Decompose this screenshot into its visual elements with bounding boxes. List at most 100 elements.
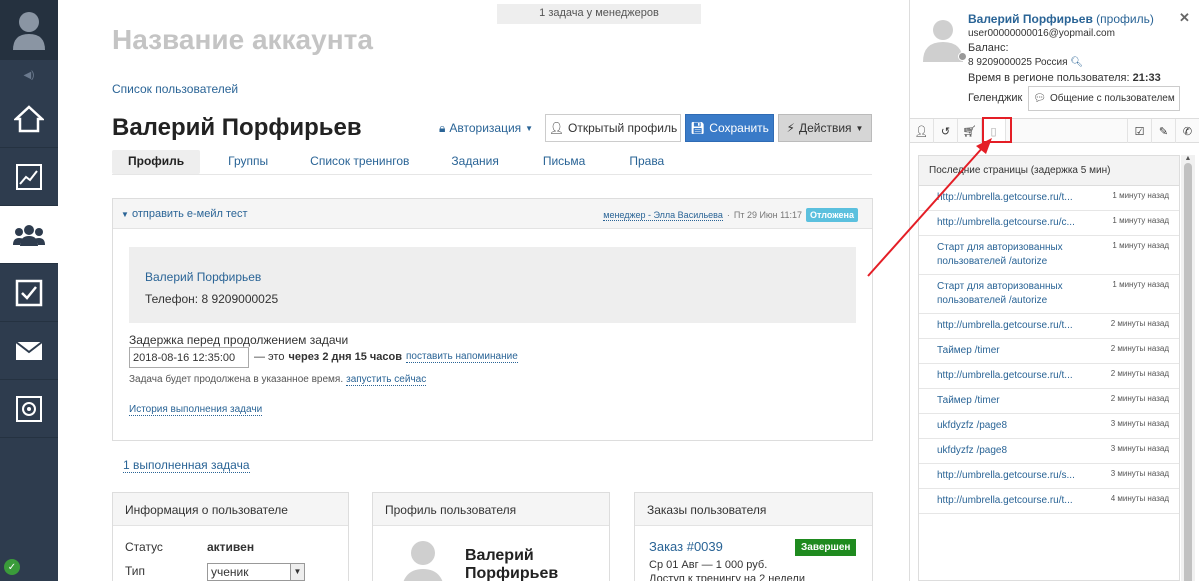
page-link[interactable]: http://umbrella.getcourse.ru/t...	[937, 494, 1077, 508]
card-title: Информация о пользователе	[113, 493, 348, 526]
sidebar-item-settings[interactable]	[0, 380, 58, 438]
list-item: Старт для авторизованных пользователей /…	[919, 236, 1179, 275]
panel-toolbar: 👤︎ ↺ 🛒︎ ▯ ☑ ✎ ✆	[910, 118, 1199, 143]
bolt-icon: ⚡︎	[786, 121, 795, 135]
time-ago: 1 минуту назад	[1112, 191, 1169, 200]
auth-dropdown[interactable]: 🔒︎ Авторизация ▼	[439, 116, 533, 140]
delay-relative: через 2 дня 15 часов	[288, 351, 403, 363]
floppy-icon: 💾︎	[690, 121, 706, 135]
envelope-icon	[15, 340, 43, 360]
tab-tasks[interactable]: Задания	[435, 150, 514, 174]
user-avatar-icon	[13, 12, 45, 50]
save-button[interactable]: 💾︎ Сохранить	[685, 114, 774, 142]
task-history-link[interactable]: История выполнения задачи	[129, 404, 263, 416]
user-name-link[interactable]: Валерий Порфирьев	[968, 12, 1093, 26]
task-toggle[interactable]: ▼ отправить е-мейл тест	[121, 208, 248, 220]
delay-datetime-input[interactable]	[129, 347, 249, 368]
chat-label: Общение с пользователем	[1049, 93, 1175, 104]
account-title: Название аккаунта	[112, 24, 373, 55]
time-ago: 1 минуту назад	[1112, 280, 1169, 289]
actions-label: Действия	[798, 121, 852, 135]
region-time-value: 21:33	[1132, 72, 1161, 84]
task-title: отправить е-мейл тест	[131, 208, 248, 220]
card-title: Заказы пользователя	[635, 493, 872, 526]
delay-prefix: — это	[254, 351, 285, 363]
online-status-dot	[958, 52, 967, 61]
search-icon[interactable]: 🔍︎	[1070, 57, 1083, 68]
card-title: Профиль пользователя	[373, 493, 609, 526]
chat-with-user-button[interactable]: 💬︎ Общение с пользователем	[1028, 86, 1180, 111]
shield-icon[interactable]: ✓	[4, 559, 20, 575]
page-link[interactable]: Старт для авторизованных пользователей /…	[937, 241, 1077, 269]
actions-dropdown[interactable]: ⚡︎ Действия ▼	[778, 114, 872, 142]
page-link[interactable]: http://umbrella.getcourse.ru/t...	[937, 369, 1077, 383]
scrollbar-thumb[interactable]	[1184, 163, 1192, 581]
annotation-highlight	[982, 117, 1012, 143]
user-email: user00000000016@yopmail.com	[968, 28, 1115, 39]
task-header: ▼ отправить е-мейл тест менеджер - Элла …	[113, 199, 872, 229]
user-list-link[interactable]: Список пользователей	[112, 82, 238, 96]
caret-down-icon: ▼	[290, 564, 304, 580]
page-link[interactable]: http://umbrella.getcourse.ru/s...	[937, 469, 1077, 483]
user-profile-card: Профиль пользователя Валерий Порфирьев	[372, 492, 610, 581]
run-now-link[interactable]: запустить сейчас	[346, 374, 427, 386]
time-ago: 2 минуты назад	[1110, 344, 1169, 353]
time-ago: 1 минуту назад	[1112, 216, 1169, 225]
save-label: Сохранить	[709, 121, 769, 135]
checkbox-icon[interactable]: ☑	[1127, 119, 1151, 143]
task-meta: менеджер - Элла Васильева · Пт 29 Июн 11…	[603, 208, 858, 222]
profile-link[interactable]: (профиль)	[1096, 12, 1154, 26]
page-link[interactable]: ukfdyzfz /page8	[937, 444, 1077, 458]
open-profile-button[interactable]: 👤︎ Открытый профиль	[545, 114, 681, 142]
sidebar-item-users[interactable]	[0, 206, 58, 264]
cart-icon[interactable]: 🛒︎	[958, 119, 982, 143]
tab-trainings[interactable]: Список тренингов	[294, 150, 425, 174]
tab-rights[interactable]: Права	[613, 150, 680, 174]
set-reminder-link[interactable]: поставить напоминание	[406, 351, 518, 363]
task-manager-link[interactable]: менеджер - Элла Васильева	[603, 210, 723, 221]
user-icon[interactable]: 👤︎	[910, 119, 934, 143]
avatar[interactable]	[0, 0, 58, 60]
tab-groups[interactable]: Группы	[212, 150, 284, 174]
task-contact-box: Валерий Порфирьев Телефон: 8 9209000025	[129, 247, 856, 323]
pencil-icon[interactable]: ✎	[1151, 119, 1175, 143]
task-date: Пт 29 Июн 11:17	[733, 210, 803, 220]
scrollbar[interactable]: ▲	[1181, 155, 1195, 581]
sidebar-item-tasks[interactable]	[0, 264, 58, 322]
avatar	[403, 541, 443, 581]
users-icon	[13, 224, 45, 246]
contact-name-link[interactable]: Валерий Порфирьев	[145, 270, 261, 284]
auth-label: Авторизация	[449, 121, 522, 135]
manager-tasks-banner[interactable]: 1 задача у менеджеров	[497, 4, 701, 24]
history-icon[interactable]: ↺	[934, 119, 958, 143]
list-item: http://umbrella.getcourse.ru/t... 4 минут…	[919, 489, 1179, 514]
user-phone: 8 9209000025 Россия	[968, 57, 1068, 68]
page-link[interactable]: Таймер /timer	[937, 344, 1077, 358]
divider	[112, 174, 872, 175]
type-select[interactable]: ученик ▼	[207, 563, 305, 581]
tab-letters[interactable]: Письма	[527, 150, 602, 174]
time-ago: 3 минуты назад	[1110, 419, 1169, 428]
page-link[interactable]: http://umbrella.getcourse.ru/t...	[937, 191, 1077, 205]
list-item: ukfdyzfz /page8 3 минуты назад	[919, 414, 1179, 439]
panel-user-name: Валерий Порфирьев (профиль)	[968, 12, 1154, 26]
list-item: http://umbrella.getcourse.ru/s... 3 минут…	[919, 464, 1179, 489]
balance-label: Баланс:	[968, 42, 1009, 54]
order-link[interactable]: Заказ #0039	[649, 539, 723, 554]
sidebar-item-home[interactable]	[0, 90, 58, 148]
page-link[interactable]: http://umbrella.getcourse.ru/t...	[937, 319, 1077, 333]
sidebar-item-mail[interactable]	[0, 322, 58, 380]
user-side-panel: ✕ Валерий Порфирьев (профиль) user000000…	[909, 0, 1199, 581]
close-icon[interactable]: ✕	[1179, 10, 1190, 26]
phone-icon[interactable]: ✆	[1175, 119, 1199, 143]
sound-icon[interactable]: ◀)	[0, 60, 58, 90]
page-link[interactable]: http://umbrella.getcourse.ru/c...	[937, 216, 1077, 230]
comment-icon: 💬︎	[1033, 93, 1046, 104]
done-tasks-link[interactable]: 1 выполненная задача	[123, 458, 250, 473]
tab-profile[interactable]: Профиль	[112, 150, 201, 174]
page-link[interactable]: ukfdyzfz /page8	[937, 419, 1077, 433]
sidebar-item-stats[interactable]	[0, 148, 58, 206]
list-item: http://umbrella.getcourse.ru/t... 2 минут…	[919, 364, 1179, 389]
page-link[interactable]: Старт для авторизованных пользователей /…	[937, 280, 1077, 308]
page-link[interactable]: Таймер /timer	[937, 394, 1077, 408]
